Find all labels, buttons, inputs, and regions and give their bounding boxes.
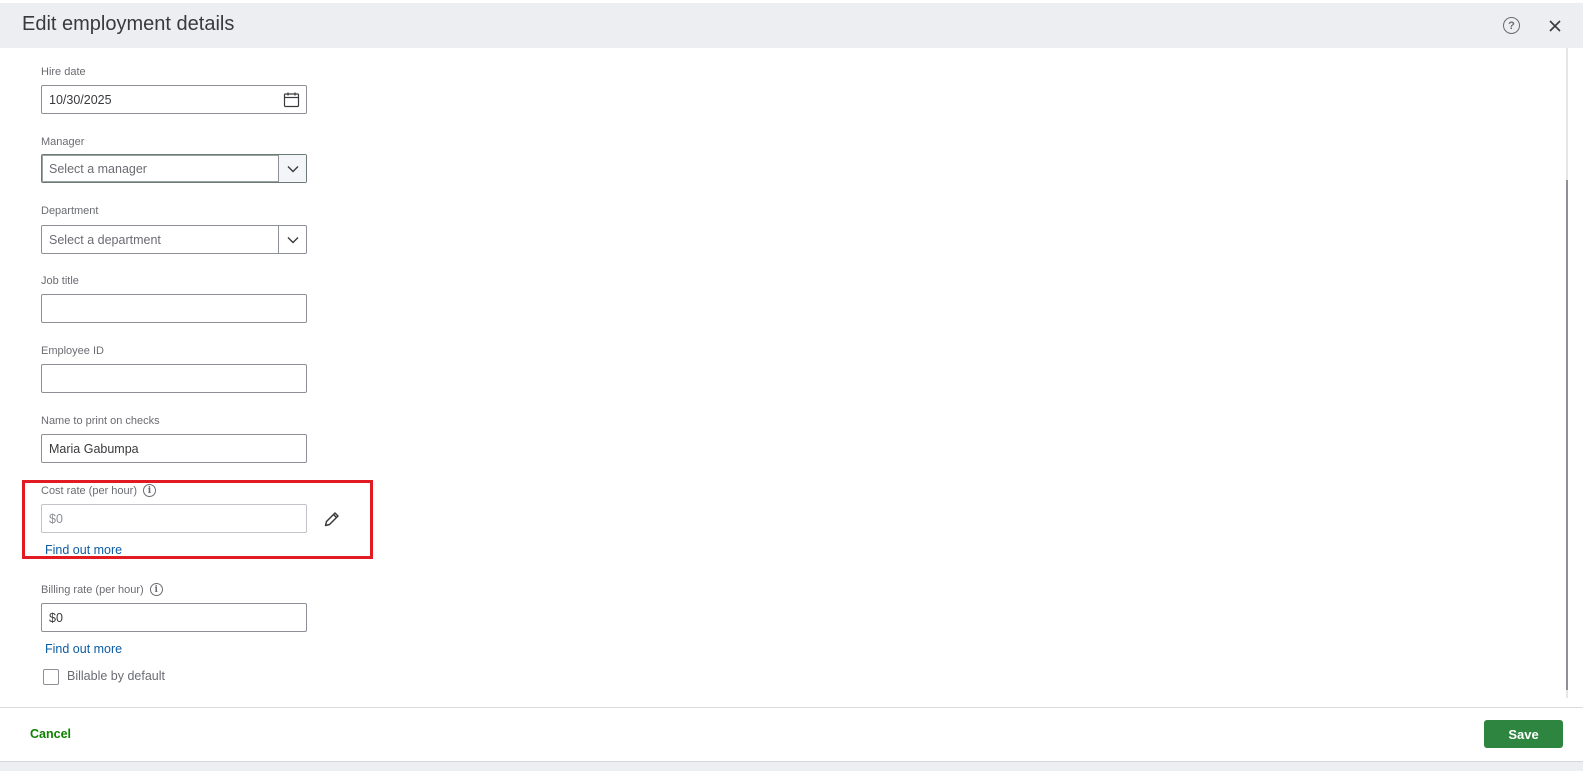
manager-label-text: Manager: [41, 136, 85, 148]
hire-date-label: Hire date: [41, 66, 86, 78]
scrollbar-thumb[interactable]: [1566, 180, 1568, 690]
billing-rate-label-text: Billing rate (per hour): [41, 583, 144, 596]
chevron-down-icon[interactable]: [278, 155, 306, 182]
save-button[interactable]: Save: [1484, 720, 1563, 748]
footer-bottom-edge: [0, 761, 1583, 771]
name-on-checks-input[interactable]: Maria Gabumpa: [41, 434, 307, 463]
billable-by-default-checkbox[interactable]: [43, 669, 59, 685]
billing-rate-find-out-more-link[interactable]: Find out more: [45, 642, 122, 656]
billing-rate-value: $0: [49, 610, 63, 625]
name-on-checks-label-text: Name to print on checks: [41, 415, 160, 427]
department-select[interactable]: Select a department: [41, 225, 307, 254]
manager-placeholder: Select a manager: [49, 162, 147, 176]
billing-rate-label: Billing rate (per hour) i: [41, 583, 163, 596]
employee-id-input[interactable]: [41, 364, 307, 393]
employee-id-label: Employee ID: [41, 345, 104, 357]
hire-date-value: 10/30/2025: [49, 92, 112, 107]
cost-rate-find-out-more-link[interactable]: Find out more: [45, 543, 122, 557]
calendar-icon[interactable]: [283, 91, 300, 108]
cost-rate-input[interactable]: $0: [41, 504, 307, 533]
manager-label: Manager: [41, 136, 84, 148]
name-on-checks-value: Maria Gabumpa: [49, 441, 139, 456]
billable-by-default-label: Billable by default: [67, 669, 165, 683]
dialog-header: Edit employment details ?: [0, 3, 1583, 48]
name-on-checks-label: Name to print on checks: [41, 415, 160, 427]
manager-select[interactable]: Select a manager: [41, 154, 307, 183]
cost-rate-label: Cost rate (per hour) i: [41, 484, 156, 497]
employee-id-label-text: Employee ID: [41, 345, 104, 357]
dialog-footer: [0, 707, 1583, 762]
department-placeholder: Select a department: [49, 233, 161, 247]
cost-rate-value: $0: [49, 511, 63, 526]
hire-date-input[interactable]: 10/30/2025: [41, 85, 307, 114]
department-label: Department: [41, 205, 98, 217]
close-icon[interactable]: [1545, 16, 1565, 36]
job-title-label: Job title: [41, 275, 79, 287]
pencil-icon[interactable]: [322, 509, 342, 529]
cost-rate-label-text: Cost rate (per hour): [41, 484, 137, 497]
question-circle-icon[interactable]: ?: [1503, 17, 1520, 34]
department-label-text: Department: [41, 205, 99, 217]
cancel-button[interactable]: Cancel: [30, 727, 71, 741]
info-icon[interactable]: i: [149, 583, 163, 596]
hire-date-label-text: Hire date: [41, 66, 86, 78]
info-icon[interactable]: i: [142, 484, 156, 497]
billing-rate-input[interactable]: $0: [41, 603, 307, 632]
dialog-title: Edit employment details: [22, 13, 235, 35]
job-title-input[interactable]: [41, 294, 307, 323]
job-title-label-text: Job title: [41, 275, 79, 287]
chevron-down-icon[interactable]: [278, 226, 306, 253]
